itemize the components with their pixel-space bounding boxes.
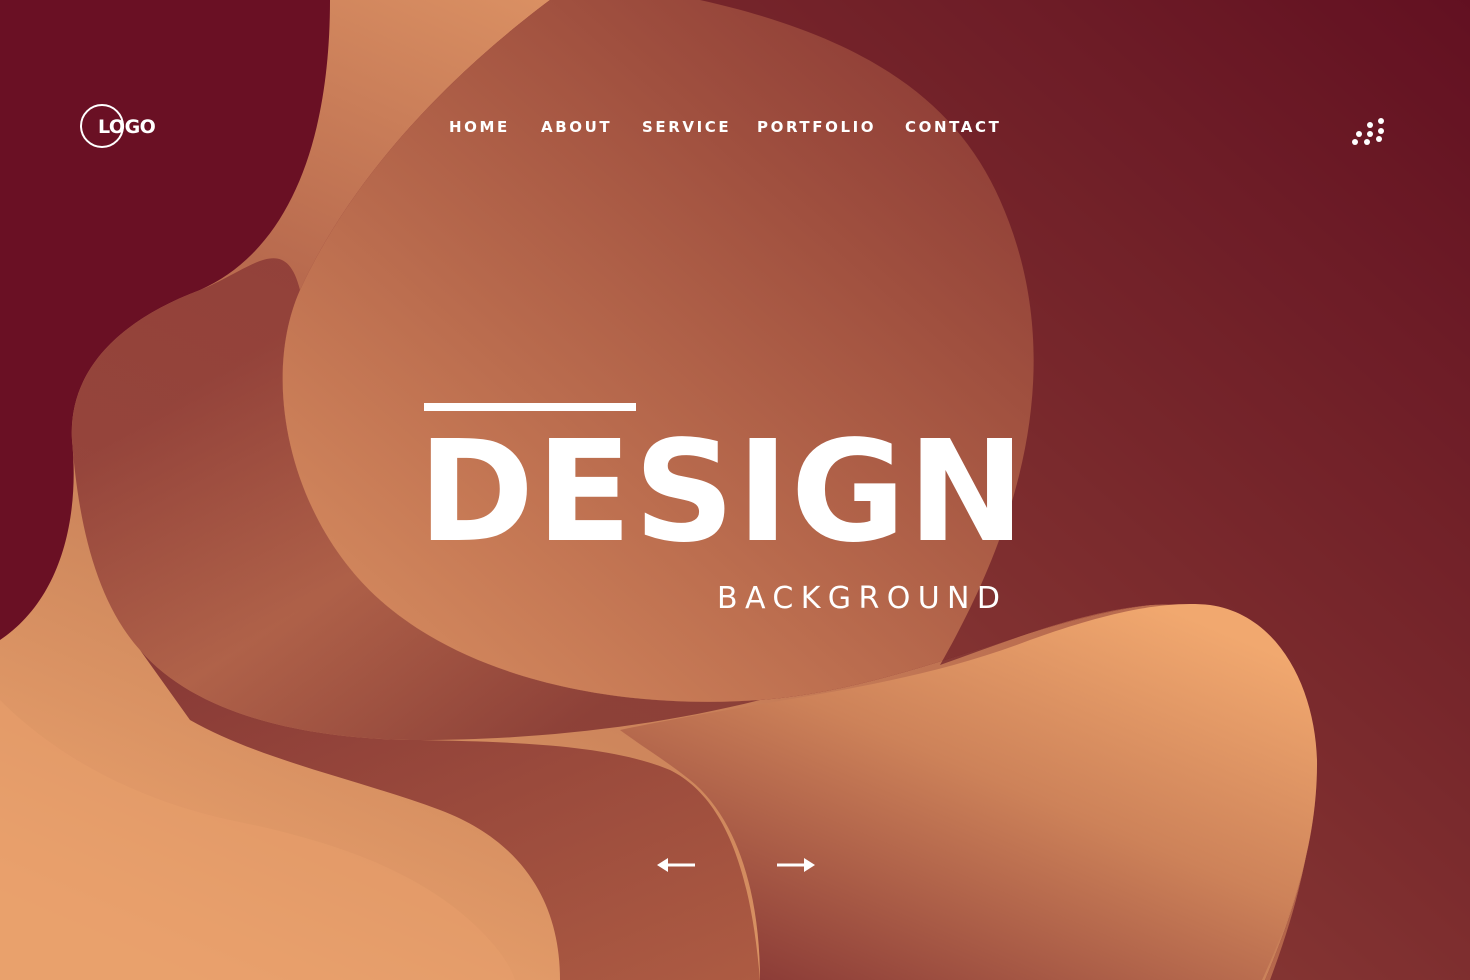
hero-title: DESIGN [418,411,1027,574]
arrow-right-icon [777,858,815,872]
arrow-left-icon [657,858,695,872]
hero-accent-line [424,403,636,411]
next-slide-button[interactable] [773,850,817,880]
menu-button[interactable] [1348,114,1392,148]
nav-item-home[interactable]: HOME [449,116,510,138]
nav-item-about[interactable]: ABOUT [541,116,612,138]
nav-item-service[interactable]: SERVICE [642,116,731,138]
logo-text: LOGO [98,116,156,138]
nav-item-contact[interactable]: CONTACT [905,116,1001,138]
logo[interactable]: LOGO [80,104,170,152]
hero-subtitle: BACKGROUND [717,581,1008,616]
nav-item-portfolio[interactable]: PORTFOLIO [757,116,876,138]
prev-slide-button[interactable] [655,850,699,880]
